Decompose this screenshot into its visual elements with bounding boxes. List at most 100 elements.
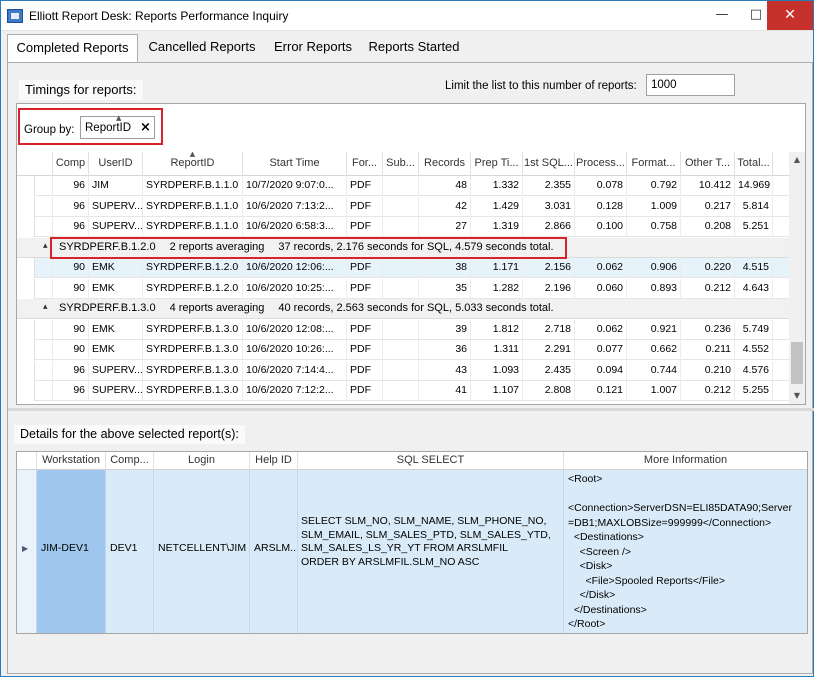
table-row[interactable]: 90 EMK SYRDPERF.B.1.2.0 10/6/2020 12:06:...… xyxy=(17,258,789,278)
cell-format-time: 0.792 xyxy=(627,176,681,196)
scroll-down-icon[interactable]: ▼ xyxy=(789,388,805,404)
col-total[interactable]: Total... xyxy=(735,152,773,176)
row-indicator xyxy=(35,340,53,360)
cell-userid: EMK xyxy=(89,258,143,278)
vertical-scrollbar[interactable]: ▲ ▼ xyxy=(789,152,805,404)
collapse-group-icon[interactable]: ▴ xyxy=(43,241,48,251)
row-indicator: ▶ xyxy=(17,470,37,633)
col-format-time[interactable]: Format... xyxy=(627,152,681,176)
details-help-id: ARSLM... xyxy=(250,470,298,633)
cell-total: 14.969 xyxy=(735,176,773,196)
cell-records: 36 xyxy=(419,340,471,360)
row-indicator xyxy=(35,278,53,299)
cell-format: PDF xyxy=(347,319,383,340)
row-indent xyxy=(17,340,35,360)
cell-records: 43 xyxy=(419,360,471,381)
grid-header: Comp UserID ▲ ReportID Start Time For... Sub..… xyxy=(17,152,789,176)
panel-splitter[interactable] xyxy=(8,408,814,411)
scroll-thumb[interactable] xyxy=(791,342,803,384)
cell-process: 0.078 xyxy=(575,176,627,196)
col-first-sql[interactable]: 1st SQL... xyxy=(523,152,575,176)
group-chip-reportid[interactable]: ▲ ReportID × xyxy=(80,114,155,139)
cell-format-time: 0.662 xyxy=(627,340,681,360)
sort-ascending-icon: ▲ xyxy=(189,152,196,158)
cell-prep-time: 1.282 xyxy=(471,278,523,299)
group-by-label: Group by: xyxy=(24,124,75,136)
title-bar: Elliott Report Desk: Reports Performance… xyxy=(1,1,813,31)
login-value: NETCELLENT\JIM xyxy=(158,542,247,554)
group-row[interactable]: ▴ SYRDPERF.B.1.3.0 4 reports averaging 40 r… xyxy=(17,299,789,319)
limit-input[interactable] xyxy=(646,74,735,96)
group-summary: SYRDPERF.B.1.3.0 4 reports averaging 40 re… xyxy=(59,302,554,314)
cell-format: PDF xyxy=(347,217,383,237)
table-row[interactable]: 96 SUPERV... SYRDPERF.B.1.3.0 10/6/2020 7:1… xyxy=(17,360,789,381)
row-indent xyxy=(17,258,35,278)
cell-first-sql: 3.031 xyxy=(523,196,575,217)
cell-process: 0.077 xyxy=(575,340,627,360)
row-indent xyxy=(17,196,35,217)
cell-total: 5.251 xyxy=(735,217,773,237)
tab-cancelled-reports[interactable]: Cancelled Reports xyxy=(142,34,262,62)
cell-records: 39 xyxy=(419,319,471,340)
details-col-help-id[interactable]: Help ID xyxy=(250,452,298,470)
details-row[interactable]: ▶ JIM-DEV1 DEV1 NETCELLENT\JIM ARSLM... … xyxy=(17,470,807,633)
cell-records: 38 xyxy=(419,258,471,278)
col-userid[interactable]: UserID xyxy=(89,152,143,176)
details-col-sql-select[interactable]: SQL SELECT xyxy=(298,452,564,470)
cell-other-time: 0.236 xyxy=(681,319,735,340)
cell-userid: SUPERV... xyxy=(89,196,143,217)
details-col-comp[interactable]: Comp... xyxy=(106,452,154,470)
cell-start-time: 10/6/2020 10:25:... xyxy=(243,278,347,299)
table-row[interactable]: 90 EMK SYRDPERF.B.1.2.0 10/6/2020 10:25:...… xyxy=(17,278,789,299)
details-col-workstation[interactable]: Workstation xyxy=(37,452,106,470)
cell-process: 0.121 xyxy=(575,381,627,401)
cell-comp: 90 xyxy=(53,258,89,278)
cell-other-time: 0.217 xyxy=(681,196,735,217)
cell-comp: 96 xyxy=(53,176,89,196)
cell-start-time: 10/6/2020 12:08:... xyxy=(243,319,347,340)
col-format[interactable]: For... xyxy=(347,152,383,176)
table-row[interactable]: 96 SUPERV... SYRDPERF.B.1.3.0 10/6/2020 7:1… xyxy=(17,381,789,401)
group-id: SYRDPERF.B.1.3.0 xyxy=(59,302,156,314)
sort-up-icon: ▲ xyxy=(116,114,122,122)
comp-value: DEV1 xyxy=(110,542,138,554)
col-prep-time[interactable]: Prep Ti... xyxy=(471,152,523,176)
col-comp[interactable]: Comp xyxy=(53,152,89,176)
row-indicator xyxy=(35,258,53,278)
col-process[interactable]: Process... xyxy=(575,152,627,176)
cell-format: PDF xyxy=(347,196,383,217)
cell-records: 41 xyxy=(419,381,471,401)
table-row[interactable]: 90 EMK SYRDPERF.B.1.3.0 10/6/2020 12:08:...… xyxy=(17,319,789,340)
table-row[interactable]: 96 JIM SYRDPERF.B.1.1.0 10/7/2020 9:07:0...… xyxy=(17,176,789,196)
cell-first-sql: 2.196 xyxy=(523,278,575,299)
cell-first-sql: 2.435 xyxy=(523,360,575,381)
cell-format: PDF xyxy=(347,360,383,381)
collapse-group-icon[interactable]: ▴ xyxy=(43,302,48,312)
col-other-time[interactable]: Other T... xyxy=(681,152,735,176)
scroll-up-icon[interactable]: ▲ xyxy=(789,152,805,168)
cell-format-time: 1.009 xyxy=(627,196,681,217)
cell-comp: 96 xyxy=(53,196,89,217)
close-icon[interactable]: ✕ xyxy=(767,1,813,30)
table-row[interactable]: 96 SUPERV... SYRDPERF.B.1.1.0 10/6/2020 6:5… xyxy=(17,217,789,237)
row-indent xyxy=(17,217,35,237)
details-col-more-information[interactable]: More Information xyxy=(564,452,807,470)
details-col-login[interactable]: Login xyxy=(154,452,250,470)
tab-reports-started[interactable]: Reports Started xyxy=(363,34,465,62)
tab-error-reports[interactable]: Error Reports xyxy=(267,34,359,62)
col-start-time[interactable]: Start Time xyxy=(243,152,347,176)
col-sub[interactable]: Sub... xyxy=(383,152,419,176)
tab-completed-reports[interactable]: Completed Reports xyxy=(7,34,138,63)
table-row[interactable]: 90 EMK SYRDPERF.B.1.3.0 10/6/2020 10:26:...… xyxy=(17,340,789,360)
col-reportid[interactable]: ▲ ReportID xyxy=(143,152,243,176)
cell-first-sql: 2.866 xyxy=(523,217,575,237)
cell-reportid: SYRDPERF.B.1.3.0 xyxy=(143,319,243,340)
row-indent xyxy=(17,381,35,401)
remove-group-icon[interactable]: × xyxy=(140,120,151,135)
cell-other-time: 0.211 xyxy=(681,340,735,360)
cell-start-time: 10/6/2020 6:58:3... xyxy=(243,217,347,237)
cell-start-time: 10/6/2020 7:14:4... xyxy=(243,360,347,381)
table-row[interactable]: 96 SUPERV... SYRDPERF.B.1.1.0 10/6/2020 7:1… xyxy=(17,196,789,217)
col-records[interactable]: Records xyxy=(419,152,471,176)
minimize-icon[interactable]: — xyxy=(705,1,739,30)
